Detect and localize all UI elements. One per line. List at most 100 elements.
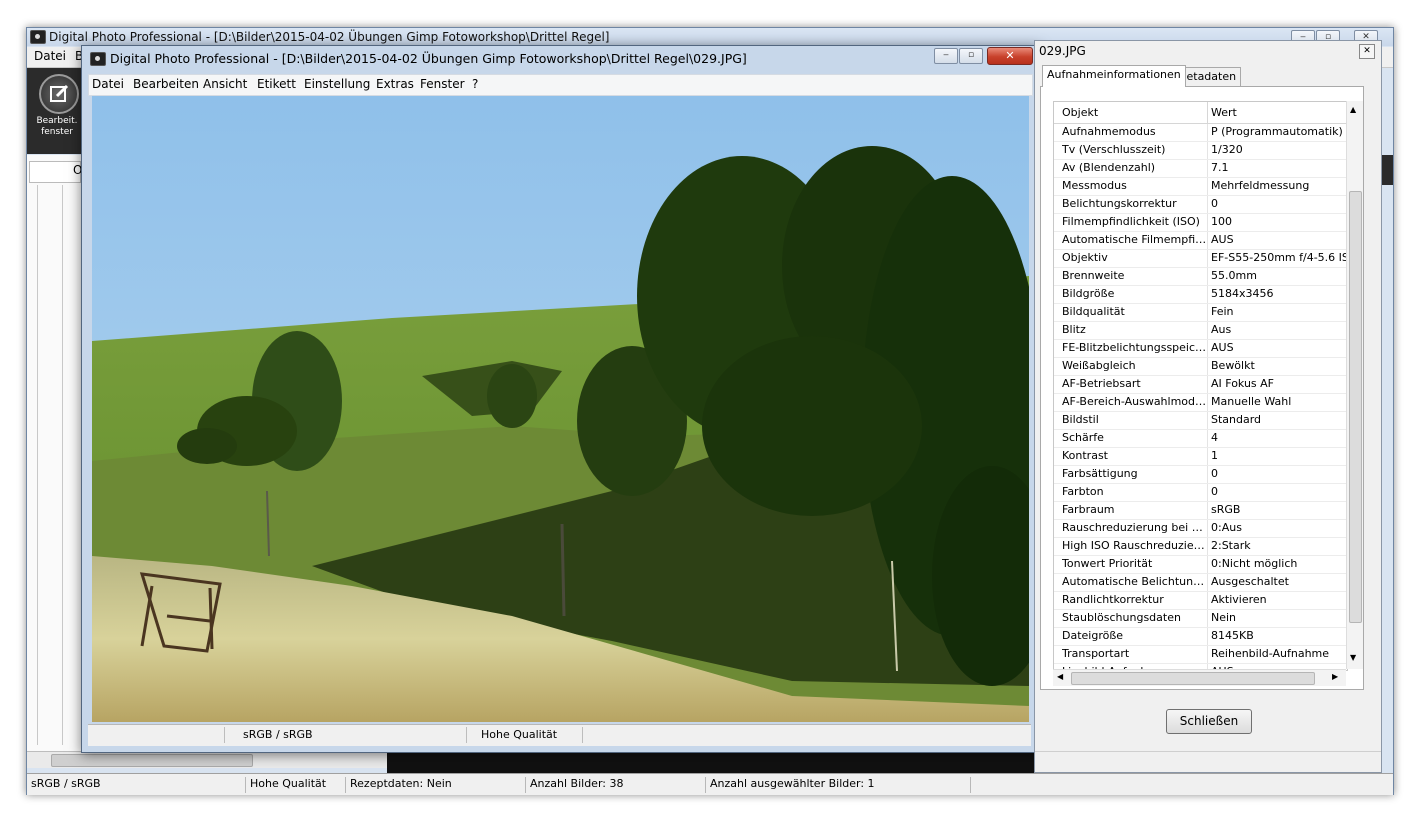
row-objekt: Aufnahmemodus — [1062, 125, 1156, 138]
close-button[interactable]: Schließen — [1166, 709, 1252, 734]
scroll-thumb[interactable] — [1349, 191, 1362, 623]
photo-preview[interactable] — [92, 96, 1029, 722]
info-window-statusbar — [1035, 751, 1381, 773]
table-row[interactable]: Blitz Aus — [1054, 322, 1347, 340]
row-objekt: Tonwert Priorität — [1062, 557, 1153, 570]
table-row[interactable]: Tv (Verschlusszeit) 1/320 — [1054, 142, 1347, 160]
row-wert: 1/320 — [1211, 143, 1243, 156]
column-header-objekt[interactable]: Objekt — [1062, 106, 1098, 119]
image-window-titlebar[interactable]: Digital Photo Professional - [D:\Bilder\… — [82, 46, 1039, 72]
table-row[interactable]: Dateigröße 8145KB — [1054, 628, 1347, 646]
table-row[interactable]: Filmempfindlichkeit (ISO) 100 — [1054, 214, 1347, 232]
landscape-photo — [92, 96, 1029, 722]
row-wert: Aus — [1211, 323, 1232, 336]
table-row[interactable]: Av (Blendenzahl) 7.1 — [1054, 160, 1347, 178]
row-objekt: Av (Blendenzahl) — [1062, 161, 1156, 174]
table-row[interactable]: Aufnahmemodus P (Programmautomatik) — [1054, 124, 1347, 142]
table-row[interactable]: Schärfe 4 — [1054, 430, 1347, 448]
tab-aufnahmeinformationen[interactable]: Aufnahmeinformationen — [1042, 65, 1186, 87]
info-window-title: 029.JPG — [1039, 44, 1086, 58]
row-wert: AUS — [1211, 233, 1234, 246]
menu-bearbeiten[interactable]: Bearbeiten — [133, 77, 199, 91]
table-row[interactable]: Bildstil Standard — [1054, 412, 1347, 430]
row-objekt: Filmempfindlichkeit (ISO) — [1062, 215, 1200, 228]
row-objekt: Schärfe — [1062, 431, 1104, 444]
row-objekt: Transportart — [1062, 647, 1130, 660]
image-window-title: Digital Photo Professional - [D:\Bilder\… — [110, 51, 747, 66]
scroll-left-icon[interactable]: ◀ — [1057, 672, 1063, 681]
main-hscrollbar[interactable] — [27, 751, 397, 768]
row-objekt: Farbsättigung — [1062, 467, 1138, 480]
status-quality: Hohe Qualität — [246, 777, 346, 793]
row-objekt: Weißabgleich — [1062, 359, 1136, 372]
row-wert: Aktivieren — [1211, 593, 1267, 606]
row-wert: 0 — [1211, 467, 1218, 480]
hscroll-thumb[interactable] — [1071, 672, 1315, 685]
table-row[interactable]: Farbraum sRGB — [1054, 502, 1347, 520]
close-icon[interactable]: ✕ — [1359, 44, 1375, 59]
table-header: Objekt Wert — [1054, 102, 1347, 124]
row-objekt: Blitz — [1062, 323, 1086, 336]
table-vscrollbar[interactable]: ▲ ▼ — [1346, 101, 1363, 669]
table-row[interactable]: Automatische Filmempfindli... AUS — [1054, 232, 1347, 250]
table-row[interactable]: Kontrast 1 — [1054, 448, 1347, 466]
row-wert: Standard — [1211, 413, 1262, 426]
row-wert: 0:Nicht möglich — [1211, 557, 1298, 570]
table-row[interactable]: Farbton 0 — [1054, 484, 1347, 502]
table-row[interactable]: Farbsättigung 0 — [1054, 466, 1347, 484]
row-objekt: Objektiv — [1062, 251, 1108, 264]
minimize-icon[interactable]: ‒ — [934, 48, 958, 64]
row-objekt: High ISO Rauschreduzierung — [1062, 539, 1207, 552]
column-header-wert[interactable]: Wert — [1211, 106, 1237, 119]
menu-ansicht[interactable]: Ansicht — [203, 77, 247, 91]
table-row[interactable]: Weißabgleich Bewölkt — [1054, 358, 1347, 376]
maximize-icon[interactable]: ▫ — [959, 48, 983, 64]
table-row[interactable]: Automatische Belichtungso... Ausgeschalte… — [1054, 574, 1347, 592]
menu-help[interactable]: ? — [472, 77, 478, 91]
table-row[interactable]: High ISO Rauschreduzierung 2:Stark — [1054, 538, 1347, 556]
table-row[interactable]: Belichtungskorrektur 0 — [1054, 196, 1347, 214]
row-objekt: Automatische Belichtungso... — [1062, 575, 1207, 588]
edit-window-label: Bearbeit. fenster — [36, 116, 78, 137]
row-wert: 7.1 — [1211, 161, 1229, 174]
close-icon[interactable]: ✕ — [987, 47, 1033, 65]
row-wert: sRGB — [1211, 503, 1241, 516]
table-row[interactable]: Staublöschungsdaten Nein — [1054, 610, 1347, 628]
table-row[interactable]: Bildqualität Fein — [1054, 304, 1347, 322]
menu-extras[interactable]: Extras — [376, 77, 414, 91]
menu-etikett[interactable]: Etikett — [257, 77, 296, 91]
table-row[interactable]: Randlichtkorrektur Aktivieren — [1054, 592, 1347, 610]
row-wert: Bewölkt — [1211, 359, 1255, 372]
table-row[interactable]: AF-Bereich-Auswahlmodus Manuelle Wahl — [1054, 394, 1347, 412]
table-row[interactable]: Transportart Reihenbild-Aufnahme — [1054, 646, 1347, 664]
menu-einstellung[interactable]: Einstellung — [304, 77, 370, 91]
exif-table: Objekt Wert Aufnahmemodus P (Programmauto… — [1053, 101, 1348, 671]
row-objekt: Kontrast — [1062, 449, 1108, 462]
table-row[interactable]: Brennweite 55.0mm — [1054, 268, 1347, 286]
table-row[interactable]: Objektiv EF-S55-250mm f/4-5.6 IS II — [1054, 250, 1347, 268]
table-row[interactable]: FE-Blitzbelichtungsspeicher... AUS — [1054, 340, 1347, 358]
row-wert: 4 — [1211, 431, 1218, 444]
table-row[interactable]: Tonwert Priorität 0:Nicht möglich — [1054, 556, 1347, 574]
row-wert: EF-S55-250mm f/4-5.6 IS II — [1211, 251, 1347, 264]
row-wert: Reihenbild-Aufnahme — [1211, 647, 1330, 660]
status-selected-count: Anzahl ausgewählter Bilder: 1 — [706, 777, 971, 793]
table-row[interactable]: Messmodus Mehrfeldmessung — [1054, 178, 1347, 196]
menu-datei[interactable]: Datei — [34, 49, 66, 63]
row-wert: Ausgeschaltet — [1211, 575, 1289, 588]
menu-datei[interactable]: Datei — [92, 77, 124, 91]
menu-fenster[interactable]: Fenster — [420, 77, 465, 91]
row-wert: AUS — [1211, 341, 1234, 354]
scroll-right-icon[interactable]: ▶ — [1332, 672, 1338, 681]
table-row[interactable]: Bildgröße 5184x3456 — [1054, 286, 1347, 304]
scroll-up-icon[interactable]: ▲ — [1350, 105, 1356, 114]
status-recipe: Rezeptdaten: Nein — [346, 777, 526, 793]
table-row[interactable]: Rauschreduzierung bei Lan... 0:Aus — [1054, 520, 1347, 538]
main-toolbar: Bearbeit. fenster — [27, 68, 87, 154]
scroll-down-icon[interactable]: ▼ — [1350, 653, 1356, 662]
image-menubar: Datei Bearbeiten Ansicht Etikett Einstel… — [88, 74, 1033, 96]
edit-window-button[interactable] — [39, 74, 79, 114]
table-row[interactable]: AF-Betriebsart AI Fokus AF — [1054, 376, 1347, 394]
table-hscrollbar[interactable]: ◀ ▶ — [1053, 669, 1346, 686]
thumbnail-sidebar: O — [27, 155, 86, 751]
